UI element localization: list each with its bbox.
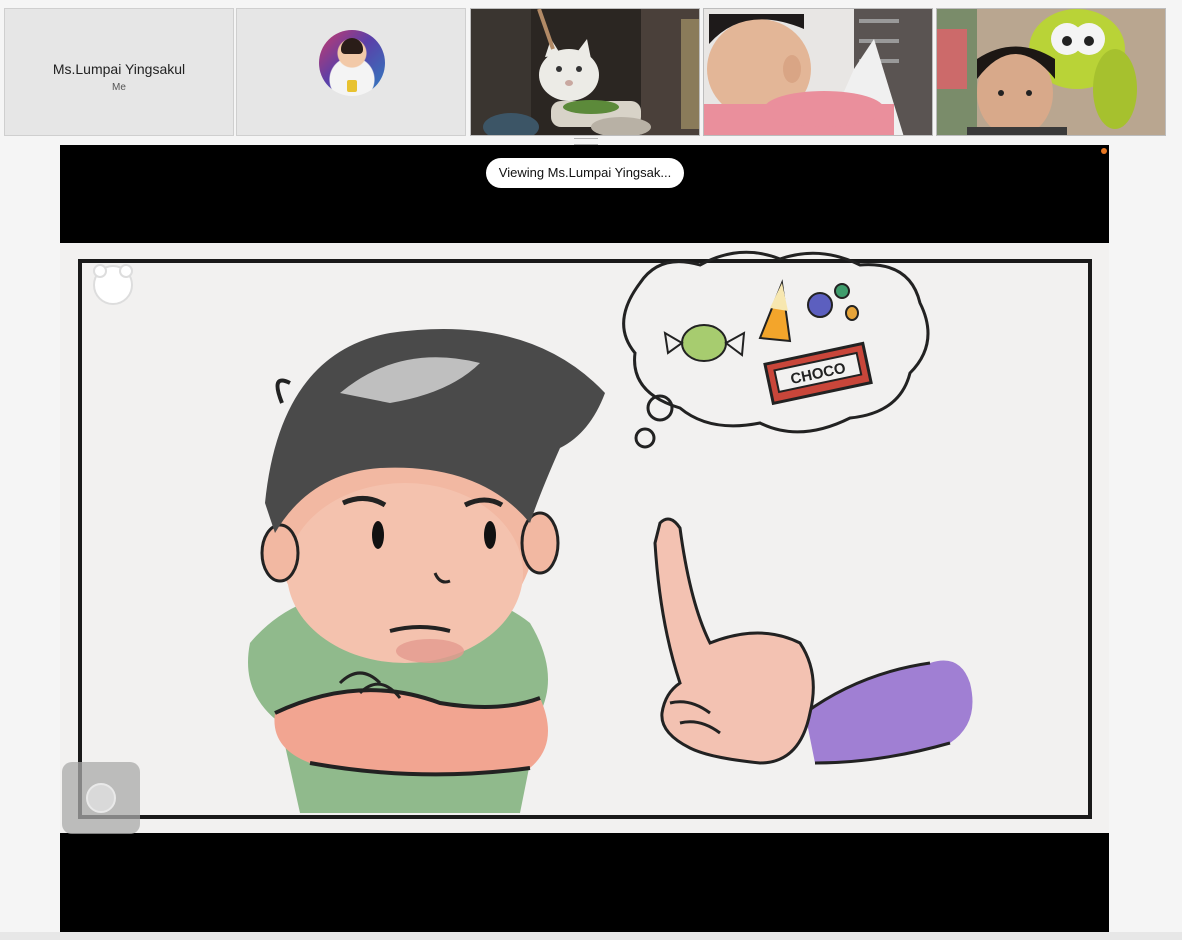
floating-control-icon — [86, 783, 116, 813]
participant-tile-video-boy[interactable] — [703, 8, 933, 136]
avatar-hair-shape — [341, 38, 363, 54]
meeting-window: Ms.Lumpai Yingsakul Me Viewing Ms.Lumpai… — [0, 0, 1182, 940]
slide-illustration: CHOCO — [60, 243, 1109, 833]
avatar-item-shape — [347, 80, 357, 92]
participant-tile-video-girl[interactable] — [936, 8, 1166, 136]
participant-strip: Ms.Lumpai Yingsakul Me — [0, 0, 1182, 140]
viewing-indicator[interactable]: Viewing Ms.Lumpai Yingsak... — [486, 158, 684, 188]
video-feed-cat — [471, 9, 699, 135]
participant-tile-avatar[interactable] — [236, 8, 466, 136]
shared-screen-stage: Viewing Ms.Lumpai Yingsak... CHOCO — [60, 145, 1109, 932]
drag-handle-icon[interactable] — [574, 138, 598, 145]
shared-slide: CHOCO — [60, 243, 1109, 833]
app-logo-icon — [93, 264, 133, 305]
participant-tile-self[interactable]: Ms.Lumpai Yingsakul Me — [4, 8, 234, 136]
floating-control-button[interactable] — [62, 762, 140, 834]
avatar — [319, 30, 385, 96]
participant-tile-video-cat[interactable] — [470, 8, 700, 136]
participant-subtitle: Me — [112, 82, 126, 93]
video-feed-boy — [704, 9, 932, 135]
video-feed-girl — [937, 9, 1165, 135]
participant-name: Ms.Lumpai Yingsakul — [52, 61, 186, 77]
recording-indicator-icon — [1101, 148, 1107, 154]
bottom-bar — [0, 932, 1182, 940]
